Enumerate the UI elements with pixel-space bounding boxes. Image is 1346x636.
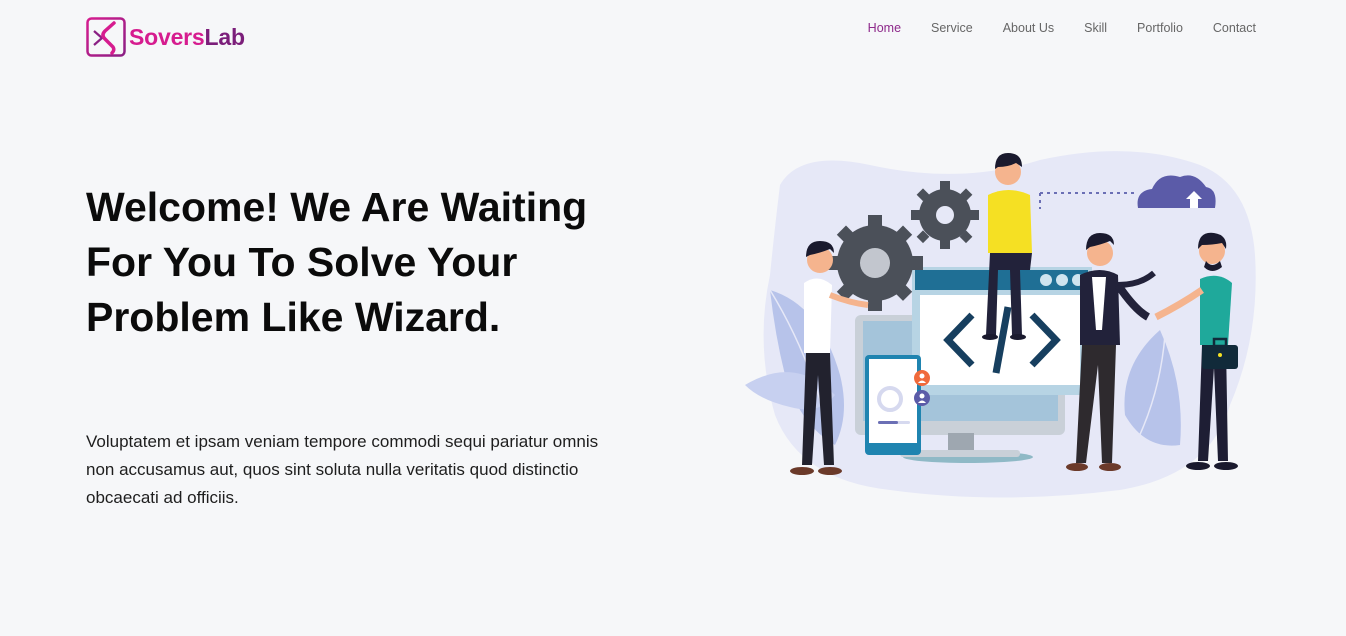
nav-skill[interactable]: Skill <box>1084 20 1107 36</box>
main-nav: Home Service About Us Skill Portfolio Co… <box>838 20 1256 36</box>
nav-home[interactable]: Home <box>868 20 901 36</box>
logo-text: SoversLab <box>129 23 245 50</box>
nav-service[interactable]: Service <box>931 20 973 36</box>
nav-portfolio[interactable]: Portfolio <box>1137 20 1183 36</box>
nav-about-us[interactable]: About Us <box>1003 20 1054 36</box>
hero-description: Voluptatem et ipsam veniam tempore commo… <box>86 432 599 507</box>
gear-icon-small <box>911 181 979 249</box>
logo-mark-icon <box>86 17 126 57</box>
code-window <box>912 267 1092 395</box>
logo-text-part1: Sovers <box>129 23 205 50</box>
hero-illustration <box>745 151 1256 498</box>
phone <box>865 355 930 455</box>
logo-text-part2: Lab <box>204 23 245 50</box>
page: SoversLab Home Service About Us Skill Po… <box>0 0 1346 636</box>
nav-contact[interactable]: Contact <box>1213 20 1256 36</box>
hero-title: Welcome! We Are Waiting For You To Solve… <box>86 184 588 340</box>
site-header: SoversLab Home Service About Us Skill Po… <box>0 0 1346 76</box>
logo[interactable]: SoversLab <box>86 17 245 57</box>
